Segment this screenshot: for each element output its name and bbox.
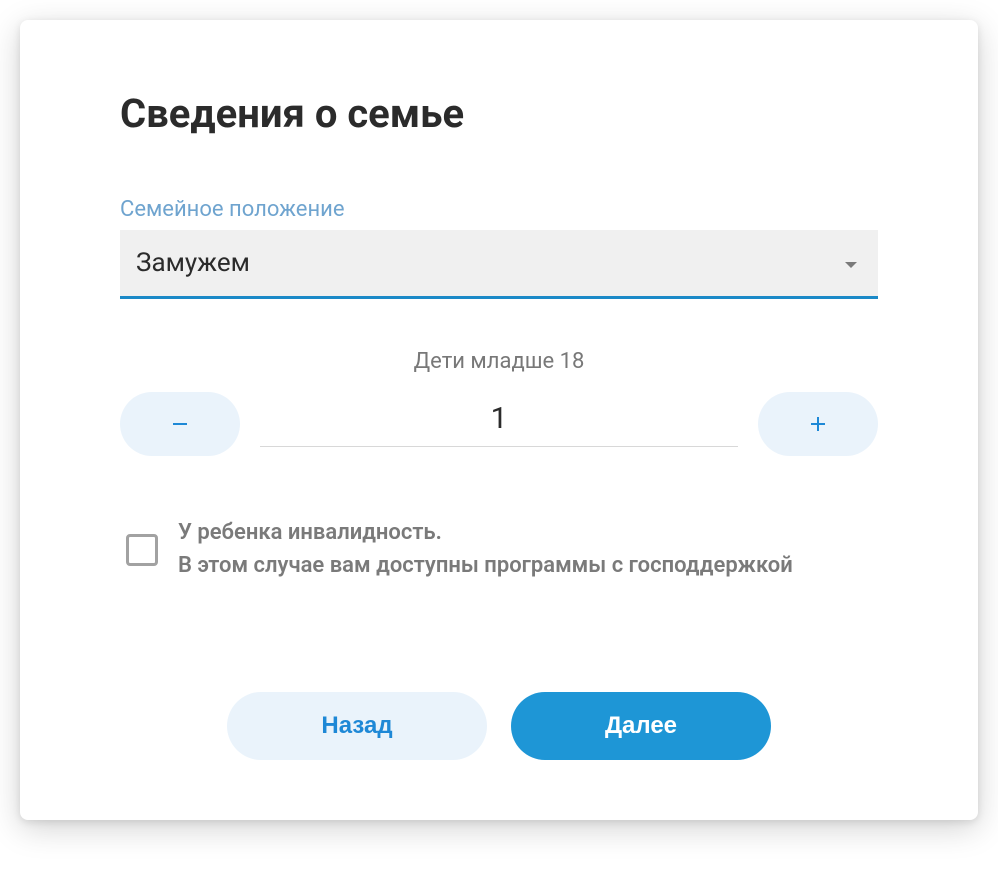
decrement-button[interactable]	[120, 392, 240, 456]
increment-button[interactable]	[758, 392, 878, 456]
minus-icon	[171, 415, 189, 433]
children-value-wrap: 1	[260, 401, 738, 447]
marital-status-select-wrapper: Замужем	[120, 230, 878, 299]
children-value: 1	[260, 401, 738, 436]
next-button[interactable]: Далее	[511, 692, 771, 760]
children-stepper: 1	[120, 392, 878, 456]
marital-status-label: Семейное положение	[120, 197, 878, 222]
marital-status-select[interactable]: Замужем	[120, 230, 878, 299]
form-card: Сведения о семье Семейное положение Заму…	[20, 20, 978, 820]
disability-checkbox[interactable]	[126, 534, 158, 566]
children-stepper-section: Дети младше 18 1	[120, 349, 878, 456]
disability-checkbox-section: У ребенка инвалидность.В этом случае вам…	[120, 516, 878, 582]
disability-label: У ребенка инвалидность.В этом случае вам…	[178, 516, 793, 582]
back-button[interactable]: Назад	[227, 692, 487, 760]
marital-status-field: Семейное положение Замужем	[120, 197, 878, 299]
button-row: Назад Далее	[120, 692, 878, 760]
page-title: Сведения о семье	[120, 90, 878, 137]
marital-status-value: Замужем	[136, 248, 250, 278]
plus-icon	[809, 415, 827, 433]
children-label: Дети младше 18	[120, 349, 878, 374]
